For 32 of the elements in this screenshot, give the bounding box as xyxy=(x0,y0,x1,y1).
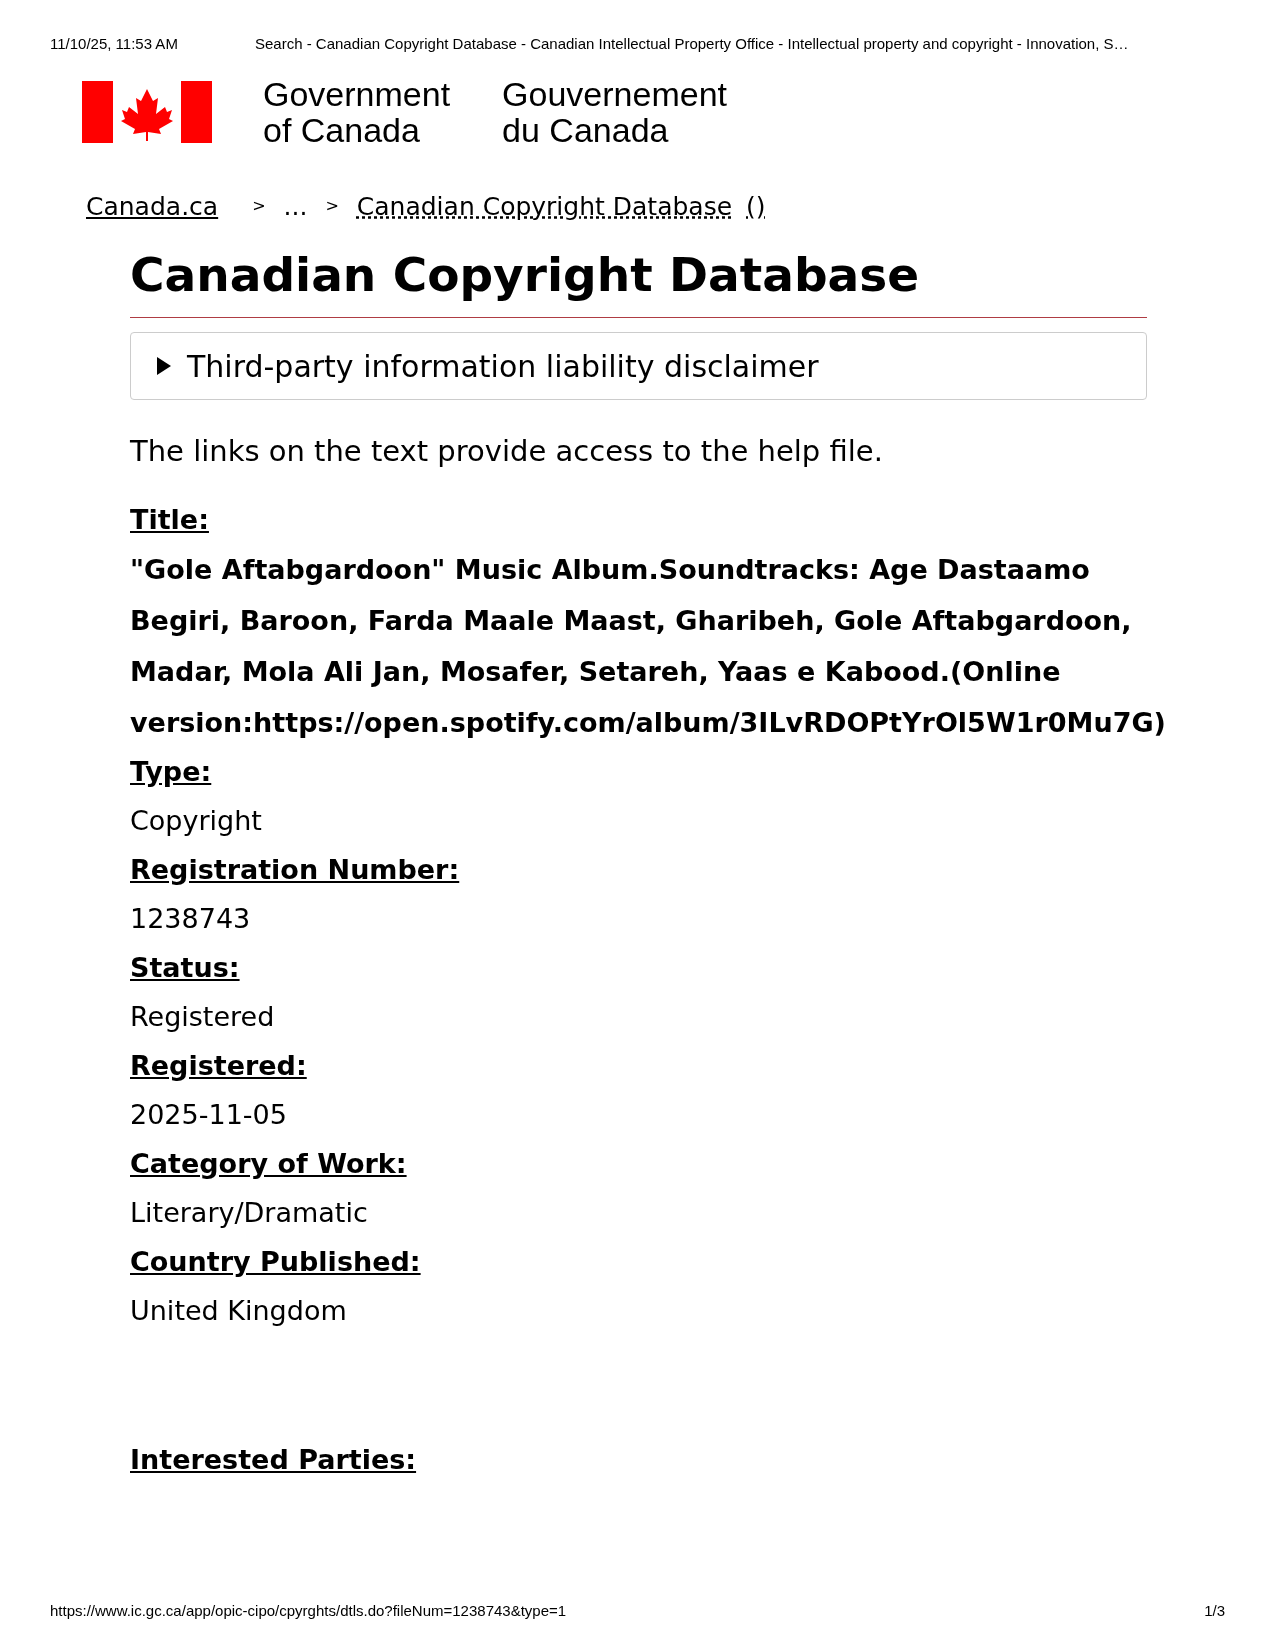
field-value: 1238743 xyxy=(130,901,252,936)
caret-right-icon xyxy=(155,357,173,375)
field-label: Interested Parties: xyxy=(130,1442,418,1477)
field-value: 2025-11-05 xyxy=(130,1097,288,1132)
field-label: Title: xyxy=(130,502,210,537)
government-name-english: Government of Canada xyxy=(263,75,451,148)
canadian-flag-icon xyxy=(82,80,212,143)
print-url: https://www.ic.gc.ca/app/opic-cipo/cpyrghts/dtls.do?fileNum=1238743&type=1 xyxy=(50,1601,567,1621)
field-label: Status: xyxy=(130,950,241,985)
print-date: 11/10/25, 11:53 AM xyxy=(50,34,179,54)
page-heading: Canadian Copyright Database xyxy=(130,245,1147,318)
field-label: Country Published: xyxy=(130,1244,422,1279)
print-page-title: Search - Canadian Copyright Database - Canadian Intellectual Property Office - Intellectual property and copyright - Innovation, S… xyxy=(255,34,1129,54)
field-label: Registration Number: xyxy=(130,852,461,887)
field-value: Literary/Dramatic xyxy=(130,1195,369,1230)
breadcrumb-link[interactable]: Canadian Copyright Database xyxy=(356,187,733,225)
field-label: Registered: xyxy=(130,1048,308,1083)
breadcrumb-separator: > xyxy=(252,195,266,218)
field-value: Copyright xyxy=(130,803,263,838)
field-label: Type: xyxy=(130,754,213,789)
breadcrumb-item: ... xyxy=(283,190,308,223)
page-number: 1/3 xyxy=(1204,1601,1225,1621)
intro-text: The links on the text provide access to the help file. xyxy=(130,433,884,470)
breadcrumb-separator: > xyxy=(325,195,339,218)
field-value: "Gole Aftabgardoon" Music Album.Soundtracks: Age Dastaamo Begiri, Baroon, Farda Maale Maast, Gharibeh, Gole Aftabgardoon, Madar, Mola Ali Jan, Mosafer, Setareh, Yaas e Kabood.(Online version:https://open.spotify.com/album/3ILvRDOPtYrOl5W1r0Mu7G) xyxy=(130,552,1167,740)
field-value: United Kingdom xyxy=(130,1293,348,1328)
field-value: Registered xyxy=(130,999,276,1034)
breadcrumb-link[interactable]: () xyxy=(746,187,766,225)
field-label: Category of Work: xyxy=(130,1146,408,1181)
breadcrumb-link[interactable]: Canada.ca xyxy=(86,187,219,225)
government-name-french: Gouvernement du Canada xyxy=(502,75,727,148)
disclaimer-summary[interactable]: Third-party information liability disclaimer xyxy=(130,332,1147,400)
